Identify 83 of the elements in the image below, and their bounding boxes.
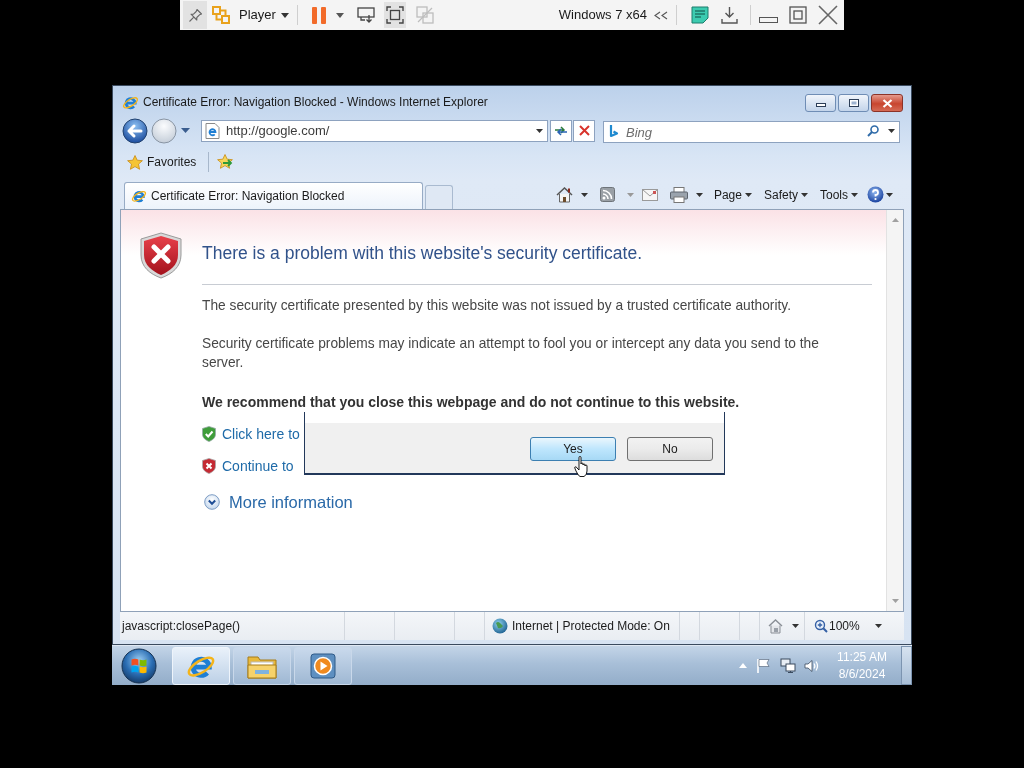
caret-icon[interactable]	[580, 192, 588, 197]
start-button[interactable]	[121, 647, 157, 684]
close-icon[interactable]	[818, 5, 838, 25]
window-title: Certificate Error: Navigation Blocked - Windows Internet Explorer	[143, 95, 488, 110]
star-arrow-icon[interactable]	[217, 154, 235, 170]
fullscreen-button[interactable]	[383, 2, 406, 28]
browser-logo-icon	[122, 94, 139, 111]
network-icon[interactable]	[780, 658, 796, 673]
note-icon[interactable]	[691, 6, 709, 24]
caret-icon[interactable]	[536, 128, 543, 133]
dialog-button[interactable]: No	[627, 437, 713, 461]
caret-icon[interactable]	[695, 192, 703, 197]
mail-icon[interactable]	[641, 188, 658, 201]
two-arrows-icon	[554, 124, 568, 137]
back-button[interactable]	[122, 117, 148, 144]
feed-icon[interactable]	[599, 187, 615, 202]
player-menu[interactable]: Player	[239, 3, 289, 27]
close-button[interactable]	[871, 94, 903, 112]
zoom-level[interactable]: 100%	[829, 617, 860, 635]
caret-icon[interactable]	[886, 192, 893, 197]
browser-tab[interactable]: Certificate Error: Navigation Blocked	[124, 182, 423, 209]
search-icon[interactable]	[867, 124, 879, 137]
maximize-icon	[848, 99, 859, 107]
taskbar-button[interactable]	[294, 646, 352, 685]
caret-icon[interactable]	[888, 128, 895, 133]
globe-icon	[492, 618, 508, 634]
error-heading: There is a problem with this website's security certificate.	[202, 242, 643, 265]
dialog-button[interactable]: Yes	[530, 437, 616, 461]
favorites-button[interactable]: Favorites	[127, 153, 197, 171]
command-menu[interactable]: Safety	[763, 185, 808, 204]
fullscreen-icon	[385, 6, 404, 24]
stop-button[interactable]	[573, 119, 595, 142]
option-link[interactable]: Click here to	[202, 424, 300, 444]
page-icon	[205, 122, 220, 139]
pause-icon[interactable]	[311, 6, 326, 24]
caret-icon	[744, 192, 752, 197]
hand-cursor-icon	[574, 456, 590, 477]
body-text: The security certificate presented by this website was not issued by a trusted certificate authority.	[202, 297, 792, 315]
home-icon[interactable]	[555, 186, 573, 203]
minimize-button[interactable]	[805, 94, 836, 112]
house-icon[interactable]	[768, 618, 783, 634]
zoom-icon	[814, 619, 828, 633]
monitor-arrow-icon[interactable]	[356, 6, 375, 24]
maximize-button[interactable]	[838, 94, 869, 112]
recommendation-text: We recommend that you close this webpage and do not continue to this website.	[202, 393, 740, 412]
caret-icon	[801, 192, 808, 197]
caret-icon	[851, 192, 858, 197]
chevron-circle-icon	[204, 494, 220, 510]
caret-icon	[280, 12, 289, 18]
refresh-button[interactable]	[550, 119, 572, 142]
help-icon[interactable]	[867, 186, 884, 203]
option-link[interactable]: Continue to	[202, 456, 294, 476]
caret-icon[interactable]	[335, 12, 344, 18]
error-shield-icon	[140, 232, 182, 279]
download-icon[interactable]	[721, 6, 738, 24]
restore-icon[interactable]	[789, 6, 807, 24]
minimize-icon[interactable]	[759, 17, 778, 23]
status-text: javascript:closePage()	[122, 618, 241, 635]
flag-icon[interactable]	[756, 658, 771, 673]
star-icon	[127, 154, 143, 170]
command-menu[interactable]: Page	[713, 185, 752, 204]
pin-icon	[187, 7, 203, 23]
volume-icon[interactable]	[804, 658, 819, 673]
media-player-icon	[310, 652, 336, 679]
cross-icon	[578, 125, 590, 136]
caret-icon[interactable]	[792, 624, 799, 628]
check-shield-icon	[202, 426, 216, 442]
print-icon[interactable]	[669, 186, 688, 203]
caret-icon[interactable]	[875, 624, 882, 628]
error-shield-icon	[202, 458, 216, 474]
vm-name: Windows 7 x64	[558, 6, 647, 25]
b-mark-icon	[609, 123, 619, 138]
security-zone-text[interactable]: Internet | Protected Mode: On	[512, 617, 670, 635]
body-text: Security certificate problems may indicate an attempt to fool you or intercept any data you send to the server.	[202, 335, 820, 372]
search-field[interactable]: Bing	[603, 121, 900, 143]
pin-button[interactable]	[183, 1, 207, 29]
browser-logo-icon	[131, 188, 147, 204]
close-icon	[881, 98, 893, 108]
command-menu[interactable]: Tools	[820, 185, 858, 204]
double-chevron-icon[interactable]	[654, 10, 668, 20]
more-information-link[interactable]: More information	[204, 491, 353, 513]
address-field[interactable]: http://google.com/	[201, 119, 548, 142]
minimize-icon	[815, 103, 826, 107]
